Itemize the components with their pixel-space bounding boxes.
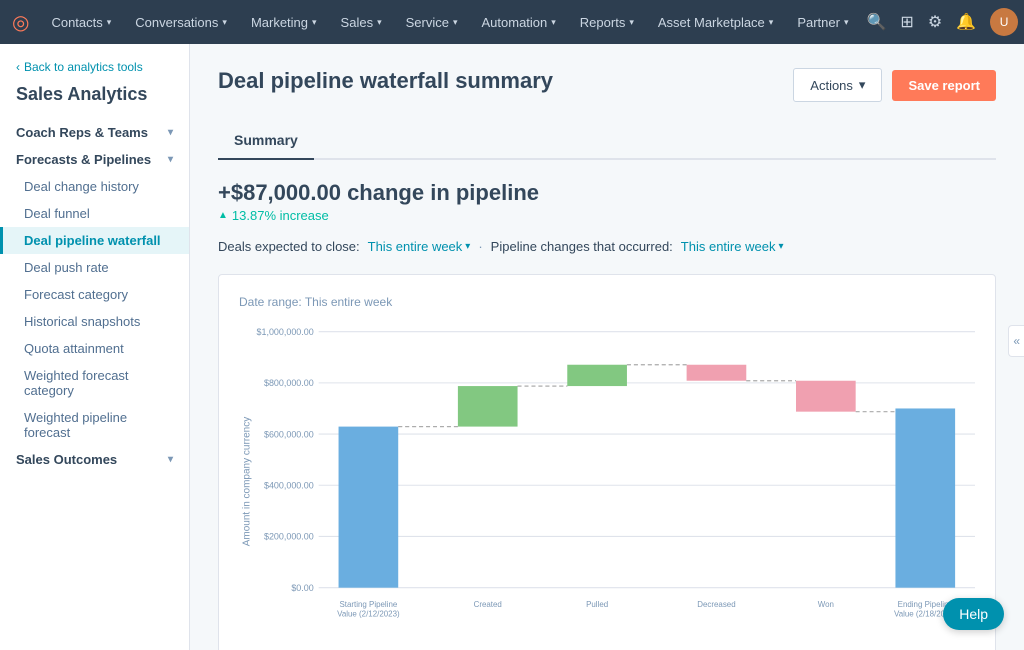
sidebar-item-deal-change-history[interactable]: Deal change history [0, 173, 189, 200]
svg-text:Pulled: Pulled [586, 600, 608, 609]
filter-deals-chevron-icon: ▾ [465, 241, 470, 252]
stat-main-value: +$87,000.00 change in pipeline [218, 180, 996, 206]
nav-reports[interactable]: Reports ▾ [570, 0, 644, 44]
page-header: Deal pipeline waterfall summary Actions … [218, 68, 996, 102]
filter-pipeline-label: Pipeline changes that occurred: [491, 239, 673, 254]
svg-text:Value (2/12/2023): Value (2/12/2023) [337, 609, 400, 618]
nav-contacts[interactable]: Contacts ▾ [41, 0, 121, 44]
y-axis-label: Amount in company currency [242, 416, 253, 546]
hubspot-logo[interactable]: ◎ [12, 10, 29, 35]
save-report-button[interactable]: Save report [892, 70, 996, 101]
nav-marketing[interactable]: Marketing ▾ [241, 0, 327, 44]
nav-partner[interactable]: Partner ▾ [787, 0, 858, 44]
bar-won [796, 381, 856, 412]
notifications-icon[interactable]: 🔔 [956, 12, 976, 32]
sidebar-item-deal-funnel[interactable]: Deal funnel [0, 200, 189, 227]
svg-text:$800,000.00: $800,000.00 [264, 378, 314, 388]
sidebar-section-coach-reps[interactable]: Coach Reps & Teams ▾ [0, 119, 189, 146]
svg-text:Won: Won [818, 600, 835, 609]
top-navigation: ◎ Contacts ▾ Conversations ▾ Marketing ▾… [0, 0, 1024, 44]
sidebar: ‹ Back to analytics tools Sales Analytic… [0, 44, 190, 650]
nav-asset-marketplace[interactable]: Asset Marketplace ▾ [648, 0, 783, 44]
page-title: Deal pipeline waterfall summary [218, 68, 553, 94]
search-icon[interactable]: 🔍 [867, 12, 887, 32]
increase-arrow-icon: ▲ [218, 210, 228, 221]
svg-text:$200,000.00: $200,000.00 [264, 531, 314, 541]
chevron-down-icon: ▾ [168, 454, 173, 465]
bar-starting-pipeline [339, 427, 399, 588]
bar-pulled [567, 365, 627, 386]
grid-icon[interactable]: ⊞ [900, 12, 913, 32]
sidebar-item-quota-attainment[interactable]: Quota attainment [0, 335, 189, 362]
sidebar-item-deal-push-rate[interactable]: Deal push rate [0, 254, 189, 281]
summary-stats: +$87,000.00 change in pipeline ▲ 13.87% … [218, 180, 996, 223]
sidebar-item-weighted-forecast[interactable]: Weighted forecast category [0, 362, 189, 404]
sidebar-title: Sales Analytics [0, 84, 189, 119]
bar-ending-pipeline [895, 408, 955, 587]
header-actions: Actions ▾ Save report [793, 68, 996, 102]
help-button[interactable]: Help [943, 598, 1004, 630]
filter-separator: · [478, 239, 482, 254]
bar-decreased [687, 365, 747, 381]
filter-pipeline-chevron-icon: ▾ [778, 241, 783, 252]
back-arrow-icon: ‹ [16, 60, 20, 74]
sidebar-section-forecasts[interactable]: Forecasts & Pipelines ▾ [0, 146, 189, 173]
user-avatar[interactable]: U [990, 8, 1018, 36]
svg-text:Starting Pipeline: Starting Pipeline [339, 600, 397, 609]
chart-card: Date range: This entire week Amount in c… [218, 274, 996, 650]
chart-date-range: Date range: This entire week [239, 295, 975, 309]
filter-deals-label: Deals expected to close: [218, 239, 360, 254]
back-link[interactable]: ‹ Back to analytics tools [0, 60, 189, 84]
stat-sub-value: ▲ 13.87% increase [218, 208, 996, 223]
tab-summary[interactable]: Summary [218, 122, 314, 160]
filter-row: Deals expected to close: This entire wee… [218, 239, 996, 254]
tabs-bar: Summary [218, 122, 996, 160]
actions-chevron-icon: ▾ [859, 77, 866, 93]
nav-service[interactable]: Service ▾ [396, 0, 468, 44]
actions-button[interactable]: Actions ▾ [793, 68, 882, 102]
sidebar-item-weighted-pipeline[interactable]: Weighted pipeline forecast [0, 404, 189, 446]
svg-text:$600,000.00: $600,000.00 [264, 429, 314, 439]
filter-pipeline-dropdown[interactable]: This entire week ▾ [681, 239, 784, 254]
bar-created [458, 386, 518, 427]
svg-text:$400,000.00: $400,000.00 [264, 480, 314, 490]
sidebar-item-historical-snapshots[interactable]: Historical snapshots [0, 308, 189, 335]
svg-text:Decreased: Decreased [697, 600, 736, 609]
settings-icon[interactable]: ⚙ [928, 12, 942, 32]
sidebar-section-sales-outcomes[interactable]: Sales Outcomes ▾ [0, 446, 189, 473]
filter-deals-dropdown[interactable]: This entire week ▾ [368, 239, 471, 254]
nav-automation[interactable]: Automation ▾ [472, 0, 566, 44]
sidebar-item-deal-pipeline-waterfall[interactable]: Deal pipeline waterfall [0, 227, 189, 254]
chevron-down-icon: ▾ [168, 154, 173, 165]
chevron-down-icon: ▾ [168, 127, 173, 138]
svg-text:$0.00: $0.00 [291, 583, 313, 593]
sidebar-item-forecast-category[interactable]: Forecast category [0, 281, 189, 308]
main-content: Deal pipeline waterfall summary Actions … [190, 44, 1024, 650]
svg-text:Created: Created [474, 600, 503, 609]
sidebar-collapse-button[interactable]: « [1008, 325, 1024, 357]
svg-text:$1,000,000.00: $1,000,000.00 [257, 327, 314, 337]
nav-conversations[interactable]: Conversations ▾ [125, 0, 237, 44]
chart-svg: $1,000,000.00 $800,000.00 $600,000.00 $4… [259, 321, 975, 641]
nav-sales[interactable]: Sales ▾ [331, 0, 392, 44]
